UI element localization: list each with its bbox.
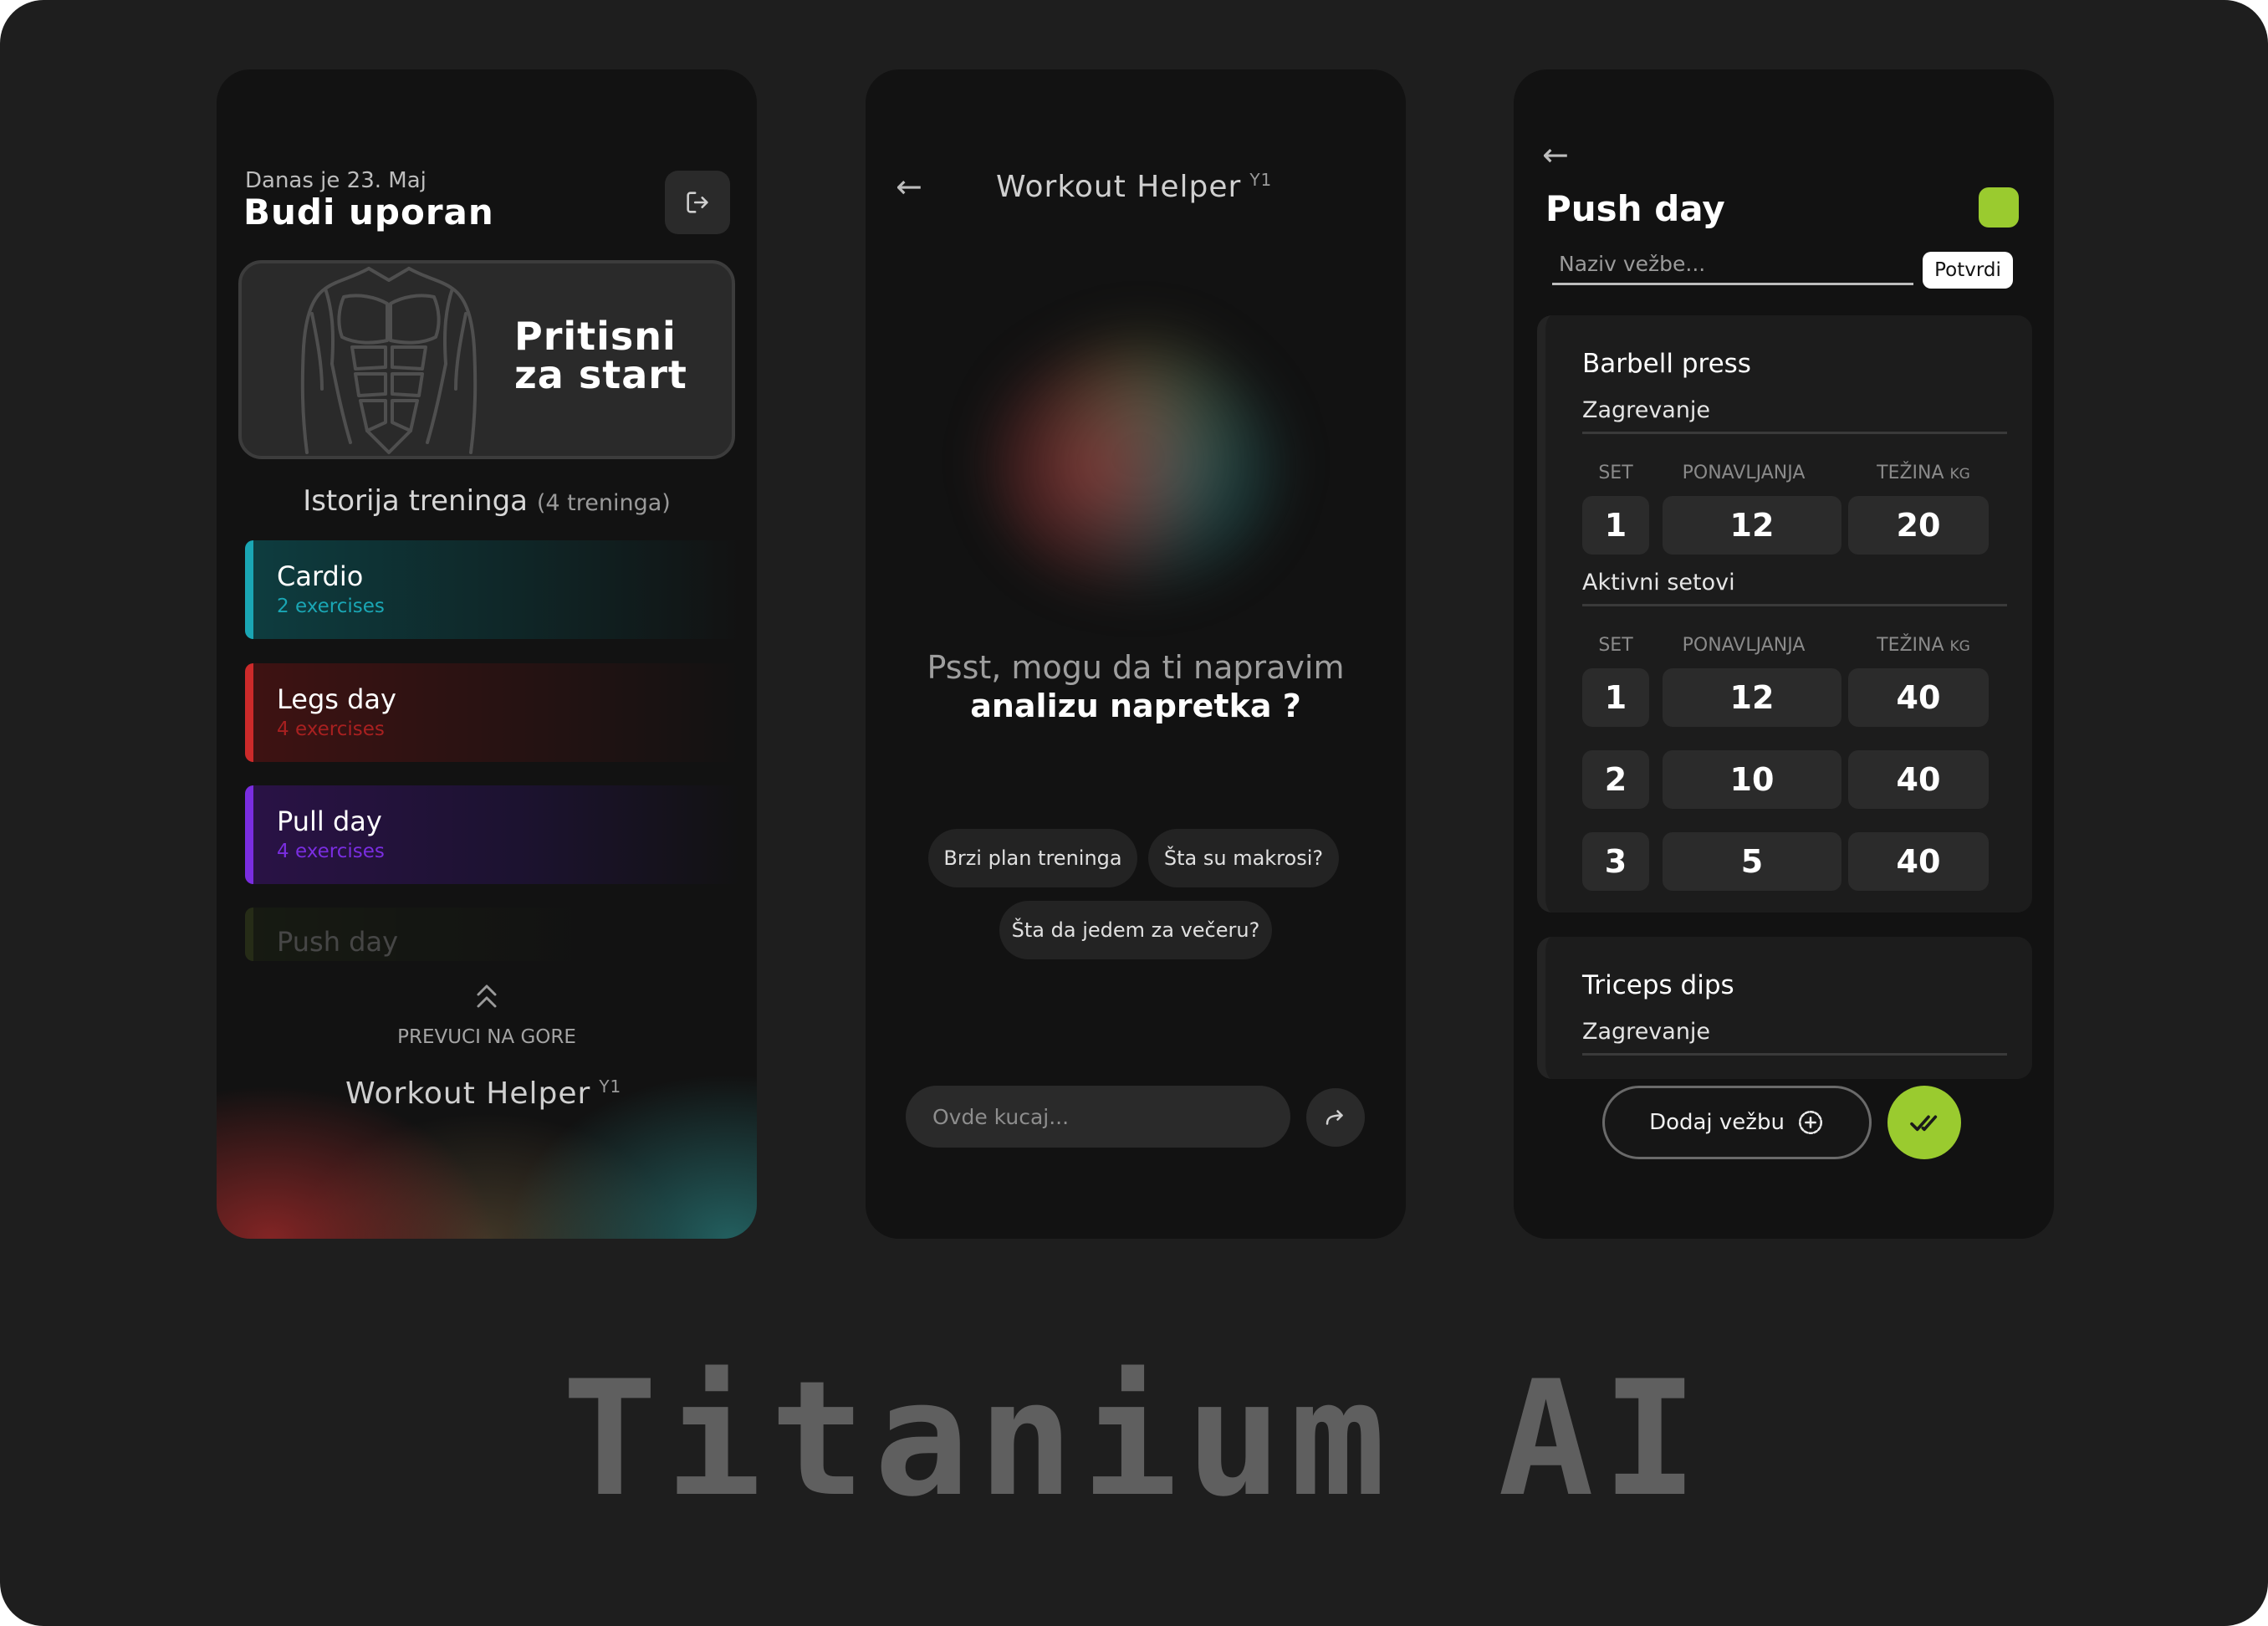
column-weight-label: TEŽINA [1877, 463, 1944, 483]
workout-title: Push day [1545, 188, 1725, 229]
prompt-line2: analizu napretka ? [970, 688, 1301, 724]
brand-logo: Workout Helper Y1 [345, 1076, 621, 1111]
add-circle-icon [1798, 1110, 1822, 1135]
history-item-push[interactable]: Push day [245, 908, 742, 961]
assistant-screen: ← Workout Helper Y1 Psst, mogu da ti napr… [866, 69, 1406, 1239]
accent-bar [245, 663, 253, 762]
column-set: SET [1598, 635, 1633, 656]
weight-value[interactable]: 40 [1848, 668, 1989, 727]
workout-name: Push day [277, 926, 398, 958]
history-item-pull[interactable]: Pull day 4 exercises [245, 785, 742, 884]
muscle-torso-icon [300, 267, 478, 454]
greeting-title: Budi uporan [243, 192, 494, 233]
reps-value[interactable]: 12 [1663, 668, 1841, 727]
start-label-line1: Pritisni [514, 314, 677, 359]
suggestion-chip[interactable]: Šta da jedem za večeru? [999, 901, 1272, 959]
active-sets-title: Aktivni setovi [1582, 570, 2007, 606]
chevron-up-icon[interactable] [473, 979, 500, 1013]
set-number: 1 [1582, 668, 1649, 727]
column-weight-label: TEŽINA [1877, 635, 1944, 656]
workout-name: Legs day [277, 683, 396, 715]
suggestion-chip[interactable]: Brzi plan treninga [928, 829, 1137, 887]
finish-workout-button[interactable] [1887, 1086, 1961, 1159]
workout-editor-screen: ← Push day Naziv vežbe... Potvrdi Barbel… [1514, 69, 2054, 1239]
assistant-title: Workout Helper Y1 [996, 170, 1272, 204]
column-reps: PONAVLJANJA [1682, 463, 1806, 483]
history-item-cardio[interactable]: Cardio 2 exercises [245, 540, 742, 639]
column-weight-unit: KG [1949, 466, 1970, 483]
accent-bar [245, 908, 253, 961]
history-title: Istorija treninga [303, 484, 529, 518]
workout-name: Pull day [277, 805, 382, 837]
start-label: Pritisni za start [514, 317, 687, 394]
column-reps: PONAVLJANJA [1682, 635, 1806, 656]
date-label: Danas je 23. Maj [245, 168, 427, 193]
start-workout-card[interactable]: Pritisni za start [238, 260, 735, 459]
warmup-title: Zagrevanje [1582, 1019, 2007, 1056]
set-number: 2 [1582, 750, 1649, 809]
logout-icon [687, 192, 708, 213]
add-exercise-button[interactable]: Dodaj vežbu [1602, 1086, 1872, 1159]
reps-value[interactable]: 5 [1663, 832, 1841, 891]
warmup-title: Zagrevanje [1582, 397, 2007, 434]
column-set: SET [1598, 463, 1633, 483]
back-arrow-icon[interactable]: ← [896, 168, 922, 205]
assistant-prompt: Psst, mogu da ti napravim analizu napret… [866, 648, 1406, 725]
confirm-button[interactable]: Potvrdi [1923, 252, 2013, 289]
prompt-line1: Psst, mogu da ti napravim [927, 649, 1345, 686]
double-check-icon [1910, 1115, 1938, 1132]
workout-name: Cardio [277, 560, 364, 592]
start-label-line2: za start [514, 352, 687, 397]
exercise-card: Barbell press Zagrevanje SET PONAVLJANJA… [1537, 315, 2032, 913]
set-number: 1 [1582, 496, 1649, 555]
column-weight-unit: KG [1949, 638, 1970, 655]
exercise-card: Triceps dips Zagrevanje [1537, 937, 2032, 1079]
reps-value[interactable]: 12 [1663, 496, 1841, 555]
column-weight: TEŽINA KG [1840, 463, 2007, 483]
accent-bar [245, 785, 253, 884]
suggestion-chip[interactable]: Šta su makrosi? [1148, 829, 1339, 887]
swipe-up-hint: PREVUCI NA GORE [397, 1026, 576, 1048]
add-exercise-label: Dodaj vežbu [1649, 1110, 1785, 1135]
ai-orb [987, 320, 1288, 596]
exercise-name-input[interactable]: Naziv vežbe... [1552, 252, 1913, 285]
brand-name: Workout Helper [345, 1076, 591, 1111]
send-button[interactable] [1306, 1088, 1365, 1147]
accent-bar [245, 540, 253, 639]
workout-exercise-count: 4 exercises [277, 841, 385, 862]
presentation-canvas: Danas je 23. Maj Budi uporan Pritisni za… [0, 0, 2268, 1626]
set-number: 3 [1582, 832, 1649, 891]
chat-input[interactable]: Ovde kucaj... [906, 1086, 1290, 1148]
back-arrow-icon[interactable]: ← [1542, 136, 1569, 173]
history-item-legs[interactable]: Legs day 4 exercises [245, 663, 742, 762]
column-weight: TEŽINA KG [1840, 635, 2007, 656]
history-heading: Istorija treninga (4 treninga) [217, 484, 757, 518]
brand-version: Y1 [599, 1076, 622, 1097]
weight-value[interactable]: 40 [1848, 832, 1989, 891]
workout-exercise-count: 4 exercises [277, 718, 385, 740]
exercise-name: Barbell press [1582, 349, 1751, 379]
color-tag-button[interactable] [1979, 187, 2019, 228]
assistant-title-text: Workout Helper [996, 170, 1242, 204]
history-count: (4 treninga) [536, 490, 671, 516]
send-arrow-icon [1326, 1110, 1343, 1125]
reps-value[interactable]: 10 [1663, 750, 1841, 809]
product-title: Titanium AI [561, 1347, 1707, 1531]
workout-exercise-count: 2 exercises [277, 596, 385, 617]
weight-value[interactable]: 20 [1848, 496, 1989, 555]
exercise-name: Triceps dips [1582, 970, 1734, 1000]
assistant-version: Y1 [1249, 170, 1273, 190]
home-screen: Danas je 23. Maj Budi uporan Pritisni za… [217, 69, 757, 1239]
logout-button[interactable] [665, 171, 730, 234]
weight-value[interactable]: 40 [1848, 750, 1989, 809]
